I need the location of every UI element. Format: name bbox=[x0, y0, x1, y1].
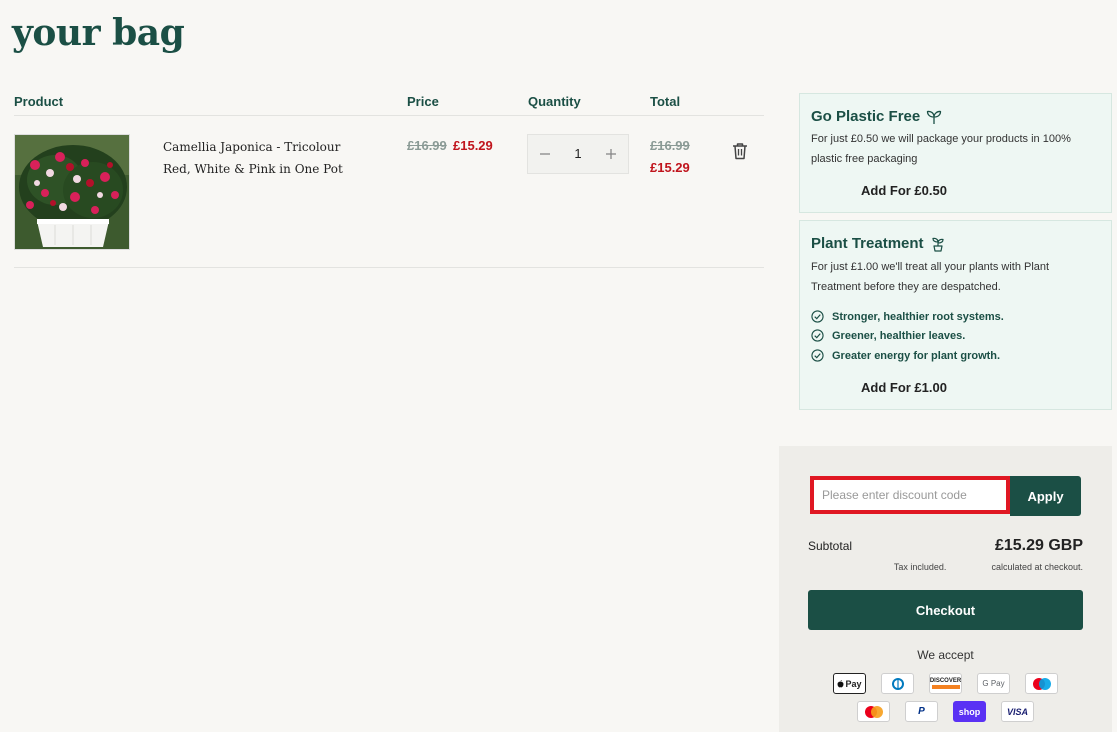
item-price-original: £16.99 bbox=[407, 138, 447, 153]
payment-icons-row: Pay DISCOVER G Pay bbox=[779, 673, 1112, 694]
product-name[interactable]: Camellia Japonica - Tricolour Red, White… bbox=[163, 136, 363, 180]
item-total-original: £16.99 bbox=[650, 138, 690, 153]
cart-table-header: Product Price Quantity Total bbox=[14, 94, 764, 116]
plastic-free-title: Go Plastic Free bbox=[811, 108, 921, 125]
potted-plant-icon bbox=[931, 237, 944, 252]
quantity-increase-button[interactable] bbox=[596, 135, 626, 173]
subtotal-label: Subtotal bbox=[808, 539, 853, 553]
column-header-price: Price bbox=[407, 94, 439, 109]
check-circle-icon bbox=[811, 329, 824, 342]
benefit-item: Greater energy for plant growth. bbox=[811, 349, 1000, 362]
plant-treatment-title: Plant Treatment bbox=[811, 235, 924, 252]
apply-discount-button[interactable]: Apply bbox=[1010, 476, 1081, 516]
column-header-quantity: Quantity bbox=[528, 94, 581, 109]
google-pay-icon: G Pay bbox=[977, 673, 1010, 694]
plant-treatment-description: For just £1.00 we'll treat all your plan… bbox=[811, 261, 1050, 293]
sprout-icon bbox=[927, 110, 942, 124]
item-price-sale: £15.29 bbox=[453, 138, 493, 153]
plus-icon bbox=[606, 149, 616, 159]
discount-code-input[interactable]: Please enter discount code bbox=[810, 476, 1010, 514]
quantity-value[interactable]: 1 bbox=[564, 135, 592, 173]
tax-note: Tax included. calculated at checkout. bbox=[893, 562, 1083, 572]
add-plant-treatment-button[interactable]: Add For £1.00 bbox=[861, 380, 947, 395]
paypal-icon: P bbox=[905, 701, 938, 722]
column-header-total: Total bbox=[650, 94, 681, 109]
check-circle-icon bbox=[811, 349, 824, 362]
subtotal-value: £15.29 GBP bbox=[994, 537, 1083, 554]
payment-icons-row: P shop VISA bbox=[779, 701, 1112, 722]
visa-icon: VISA bbox=[1001, 701, 1034, 722]
product-image[interactable] bbox=[14, 134, 130, 250]
page-title: your bag bbox=[12, 12, 185, 54]
mastercard-icon bbox=[857, 701, 890, 722]
diners-club-icon bbox=[881, 673, 914, 694]
column-header-product: Product bbox=[14, 94, 64, 109]
trash-icon bbox=[733, 143, 747, 160]
add-plastic-free-button[interactable]: Add For £0.50 bbox=[861, 183, 947, 198]
plant-treatment-addon: Plant Treatment For just £1.00 we'll tre… bbox=[799, 220, 1112, 410]
remove-item-button[interactable] bbox=[732, 142, 750, 162]
we-accept-label: We accept bbox=[917, 648, 974, 662]
apple-pay-icon: Pay bbox=[833, 673, 866, 694]
shop-pay-icon: shop bbox=[953, 701, 986, 722]
maestro-icon bbox=[1025, 673, 1058, 694]
checkout-button[interactable]: Checkout bbox=[808, 590, 1083, 630]
cart-item-row: Camellia Japonica - Tricolour Red, White… bbox=[14, 116, 764, 268]
quantity-stepper: 1 bbox=[527, 134, 629, 174]
minus-icon bbox=[540, 153, 550, 155]
check-circle-icon bbox=[811, 310, 824, 323]
discover-icon: DISCOVER bbox=[929, 673, 962, 694]
item-total-sale: £15.29 bbox=[650, 160, 690, 175]
benefit-item: Stronger, healthier root systems. bbox=[811, 310, 1004, 323]
benefit-item: Greener, healthier leaves. bbox=[811, 329, 965, 342]
plastic-free-description: For just £0.50 we will package your prod… bbox=[811, 133, 1071, 165]
order-summary: Please enter discount code Apply Subtota… bbox=[779, 446, 1112, 732]
quantity-decrease-button[interactable] bbox=[530, 135, 560, 173]
plastic-free-addon: Go Plastic Free For just £0.50 we will p… bbox=[799, 93, 1112, 213]
